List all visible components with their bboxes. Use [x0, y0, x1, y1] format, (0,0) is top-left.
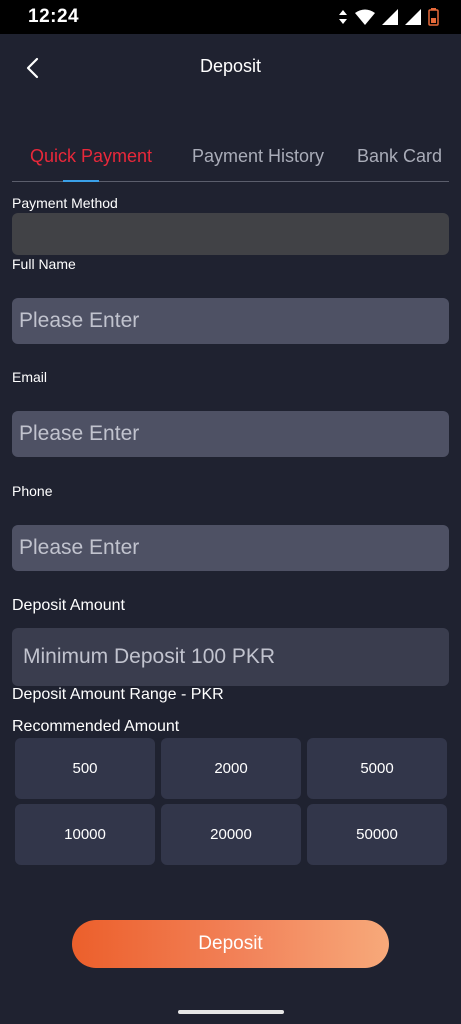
- data-arrows-icon: [339, 10, 347, 24]
- phone-input[interactable]: [12, 525, 449, 571]
- email-label: Email: [12, 369, 48, 385]
- email-input[interactable]: [12, 411, 449, 457]
- status-bar: 12:24: [0, 0, 461, 34]
- deposit-button[interactable]: Deposit: [72, 920, 389, 968]
- deposit-amount-label: Deposit Amount: [12, 597, 125, 614]
- signal-2-icon: [405, 9, 421, 25]
- payment-method-select[interactable]: [12, 213, 449, 255]
- recommended-amount-grid: 500 2000 5000 10000 20000 50000: [15, 738, 447, 865]
- wifi-icon: [355, 9, 375, 25]
- tab-payment-history[interactable]: Payment History: [192, 146, 324, 167]
- payment-method-label: Payment Method: [12, 195, 118, 211]
- home-indicator: [178, 1010, 284, 1014]
- deposit-amount-input[interactable]: [12, 628, 449, 686]
- amount-chip-5000[interactable]: 5000: [307, 738, 447, 799]
- full-name-label: Full Name: [12, 256, 76, 272]
- tab-bank-card[interactable]: Bank Card: [357, 146, 442, 167]
- amount-chip-2000[interactable]: 2000: [161, 738, 301, 799]
- page-title: Deposit: [199, 56, 262, 76]
- phone-label: Phone: [12, 483, 53, 499]
- recommended-amount-label: Recommended Amount: [12, 718, 180, 735]
- tab-bar: Quick Payment Payment History Bank Card: [12, 140, 449, 182]
- signal-icon: [382, 9, 398, 25]
- amount-chip-10000[interactable]: 10000: [15, 804, 155, 865]
- deposit-screen: 12:24 Deposit Quick Payment Payment Hist…: [0, 0, 461, 1024]
- active-tab-indicator: [63, 180, 99, 182]
- deposit-range-label: Deposit Amount Range - PKR: [12, 686, 224, 703]
- header: Deposit: [0, 34, 461, 104]
- battery-icon: [428, 8, 439, 26]
- full-name-input[interactable]: [12, 298, 449, 344]
- status-icons: [338, 8, 439, 26]
- tab-quick-payment[interactable]: Quick Payment: [30, 146, 152, 167]
- amount-chip-20000[interactable]: 20000: [161, 804, 301, 865]
- amount-chip-500[interactable]: 500: [15, 738, 155, 799]
- status-time: 12:24: [28, 6, 80, 27]
- amount-chip-50000[interactable]: 50000: [307, 804, 447, 865]
